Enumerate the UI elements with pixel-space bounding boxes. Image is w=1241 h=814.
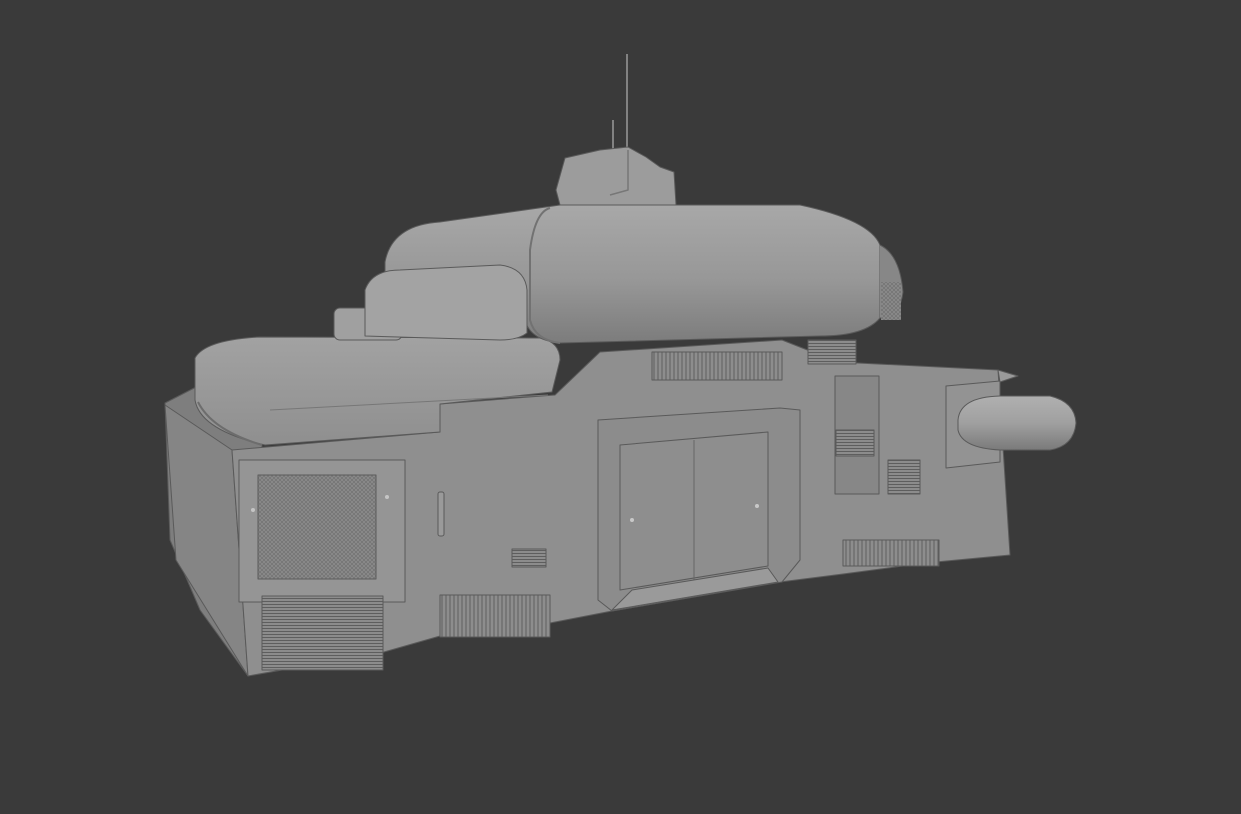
small-vent-mid[interactable] <box>511 548 547 568</box>
panel-bolt-a[interactable] <box>251 508 255 512</box>
roof-cylinder-end-grille[interactable] <box>881 282 901 320</box>
side-latch[interactable] <box>437 491 445 537</box>
right-panel-vent-a[interactable] <box>835 429 875 457</box>
vent-top-center[interactable] <box>651 351 783 381</box>
side-pipe-elbow[interactable] <box>957 395 1077 451</box>
lower-mid-vent[interactable] <box>439 594 551 638</box>
door-handle-right[interactable] <box>755 504 759 508</box>
right-lower-vent[interactable] <box>842 539 940 567</box>
door-handle-left[interactable] <box>630 518 634 522</box>
3d-viewport[interactable] <box>0 0 1241 814</box>
roof-small-drum[interactable] <box>364 264 528 341</box>
left-panel-mesh[interactable] <box>257 474 377 580</box>
viewport-scene[interactable] <box>0 0 1241 814</box>
right-top-vent[interactable] <box>807 339 857 365</box>
panel-bolt-b[interactable] <box>385 495 389 499</box>
lower-left-vent[interactable] <box>261 595 384 671</box>
right-panel-vent-b[interactable] <box>887 459 921 495</box>
